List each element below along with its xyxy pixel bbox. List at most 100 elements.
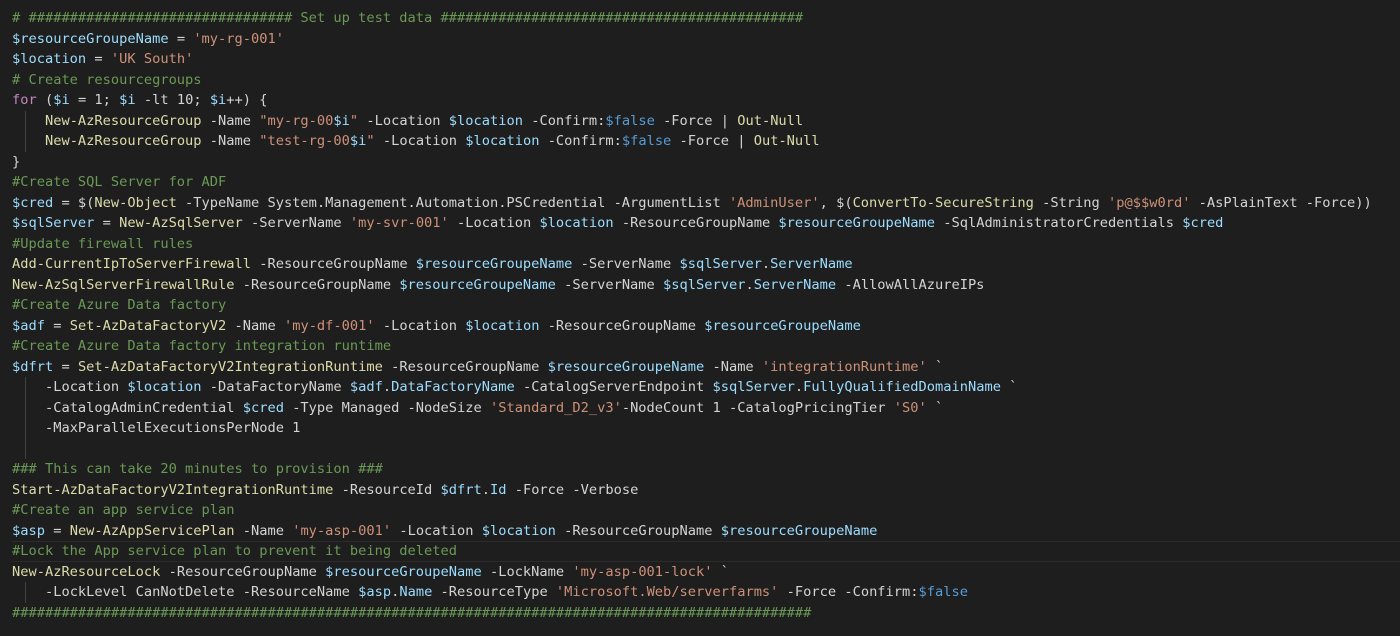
code-token: -Name (234, 522, 293, 539)
code-token: -Type Managed -NodeSize (283, 399, 490, 416)
code-token: New-AzAppServicePlan (69, 522, 235, 539)
code-line[interactable]: #Lock the App service plan to prevent it… (12, 541, 1400, 562)
code-line[interactable]: ########################################… (12, 603, 1400, 624)
code-token: $adf (349, 379, 383, 395)
code-token: . (382, 379, 392, 395)
code-line[interactable]: $asp = New-AzAppServicePlan -Name 'my-as… (12, 521, 1400, 542)
code-token: -MaxParallelExecutionsPerNode 1 (44, 420, 301, 436)
code-line[interactable]: for ($i = 1; $i -lt 10; $i++) { (12, 90, 1400, 111)
code-token: $location (539, 215, 614, 231)
code-line[interactable]: New-AzResourceLock -ResourceGroupName $r… (12, 562, 1400, 583)
code-line[interactable]: -MaxParallelExecutionsPerNode 1 (12, 418, 1400, 439)
code-token: $resourceGroupeName (547, 358, 705, 375)
code-token: $asp (12, 522, 45, 539)
code-token: $sqlServer (12, 215, 95, 231)
code-token: #Create Azure Data factory integration r… (12, 338, 392, 354)
code-token: $resourceGroupeName (12, 30, 169, 47)
code-line[interactable]: # ################################ Set u… (12, 8, 1400, 29)
indent-guide (25, 110, 26, 131)
code-token: -ResourceGroupName (539, 317, 705, 334)
code-token: ++) { (226, 92, 268, 108)
code-token: $resourceGroupeName (720, 522, 878, 539)
code-token: 'my-svr-001' (349, 215, 449, 231)
code-line[interactable]: # Create resourcegroups (12, 70, 1400, 91)
code-line[interactable]: #Create Azure Data factory (12, 295, 1400, 316)
code-token: -ResourceGroupName (382, 358, 548, 375)
code-token: # ################################ Set u… (12, 10, 804, 26)
code-line[interactable]: Add-CurrentIpToServerFirewall -ResourceG… (12, 254, 1400, 275)
code-token: Add-CurrentIpToServerFirewall (12, 256, 251, 272)
code-line[interactable]: $sqlServer = New-AzSqlServer -ServerName… (12, 213, 1400, 234)
code-line[interactable]: $dfrt = Set-AzDataFactoryV2IntegrationRu… (12, 357, 1400, 378)
code-token: $location (465, 317, 540, 334)
code-token: -lt 10; (135, 92, 210, 108)
code-token: Set-AzDataFactoryV2IntegrationRuntime (77, 358, 383, 375)
code-token: "test-rg-00 (259, 133, 350, 149)
code-line[interactable] (12, 438, 1400, 459)
code-line[interactable]: -CatalogAdminCredential $cred -Type Mana… (12, 397, 1400, 418)
code-line[interactable]: ### This can take 20 minutes to provisio… (12, 459, 1400, 480)
code-token: $adf (12, 317, 45, 334)
code-line[interactable]: $adf = Set-AzDataFactoryV2 -Name 'my-df-… (12, 316, 1400, 337)
code-token: #Create an app service plan (12, 502, 235, 518)
code-token: -ResourceGroupName (613, 215, 779, 231)
code-token: -Location (374, 317, 466, 334)
code-token: -ServerName (242, 215, 350, 231)
code-token: -Location (44, 379, 128, 395)
code-token: = (53, 358, 78, 375)
code-line[interactable]: #Create Azure Data factory integration r… (12, 336, 1400, 357)
code-token: $i (53, 92, 70, 108)
indent-guide (25, 131, 26, 152)
code-token: #Create SQL Server for ADF (12, 174, 227, 190)
code-token: 'UK South' (110, 51, 194, 67)
code-token: -ResourceId (333, 481, 441, 498)
code-token: -SqlAdministratorCredentials (935, 215, 1183, 231)
code-token: -ResourceGroupName (234, 276, 400, 293)
code-token: -ResourceGroupName (250, 256, 416, 272)
code-token: -Location (374, 133, 466, 149)
code-token: $resourceGroupeName (778, 215, 935, 231)
code-line[interactable]: New-AzResourceGroup -Name "test-rg-00$i"… (12, 131, 1400, 152)
code-token: -Confirm: (522, 112, 606, 129)
code-token: -LockLevel CanNotDelete -ResourceName (44, 584, 359, 600)
code-line[interactable]: -Location $location -DataFactoryName $ad… (12, 377, 1400, 398)
code-token: ### This can take 20 minutes to provisio… (12, 461, 383, 477)
code-token: -Location (448, 215, 540, 231)
code-line[interactable]: $location = 'UK South' (12, 49, 1400, 70)
code-token: $false (918, 584, 968, 600)
code-token: -Location (391, 522, 482, 539)
code-line[interactable]: } (12, 152, 1400, 173)
code-token: Id (489, 481, 507, 498)
code-line[interactable]: New-AzSqlServerFirewallRule -ResourceGro… (12, 275, 1400, 296)
code-token: $cred (1182, 215, 1224, 231)
code-token: $i (333, 112, 350, 129)
code-token: -Name (201, 133, 260, 149)
code-line[interactable]: $cred = $(New-Object -TypeName System.Ma… (12, 193, 1400, 214)
code-token: $dfrt (440, 481, 482, 498)
code-token: #Update firewall rules (12, 235, 194, 252)
code-editor[interactable]: # ################################ Set u… (0, 0, 1400, 636)
code-token: ` (1000, 379, 1018, 395)
code-token: New-Object (94, 194, 177, 211)
code-line[interactable]: #Create SQL Server for ADF (12, 172, 1400, 193)
code-token: " (349, 112, 359, 129)
code-line[interactable]: #Update firewall rules (12, 234, 1400, 255)
code-token: 'p@$$w0rd' (1108, 194, 1191, 211)
code-token: . (745, 276, 754, 293)
code-token: $sqlServer (663, 276, 746, 293)
code-line[interactable]: Start-AzDataFactoryV2IntegrationRuntime … (12, 480, 1400, 501)
code-line[interactable]: #Create an app service plan (12, 500, 1400, 521)
code-token: -ResourceGroupName (555, 522, 721, 539)
code-line[interactable]: New-AzResourceGroup -Name "my-rg-00$i" -… (12, 110, 1400, 131)
code-token: $location (481, 522, 556, 539)
code-token: FullyQualifiedDomainName (803, 379, 1001, 395)
code-line[interactable]: $resourceGroupeName = 'my-rg-001' (12, 29, 1400, 50)
code-token: $resourceGroupeName (704, 317, 861, 334)
code-token: $location (465, 133, 540, 149)
code-token: -ResourceGroupName (160, 563, 326, 580)
code-token: ConvertTo-SecureString (852, 194, 1034, 211)
code-token: Out-Null (737, 112, 804, 129)
code-token: -Confirm: (539, 133, 622, 149)
code-line[interactable]: -LockLevel CanNotDelete -ResourceName $a… (12, 582, 1400, 603)
code-token: New-AzResourceLock (12, 563, 161, 580)
